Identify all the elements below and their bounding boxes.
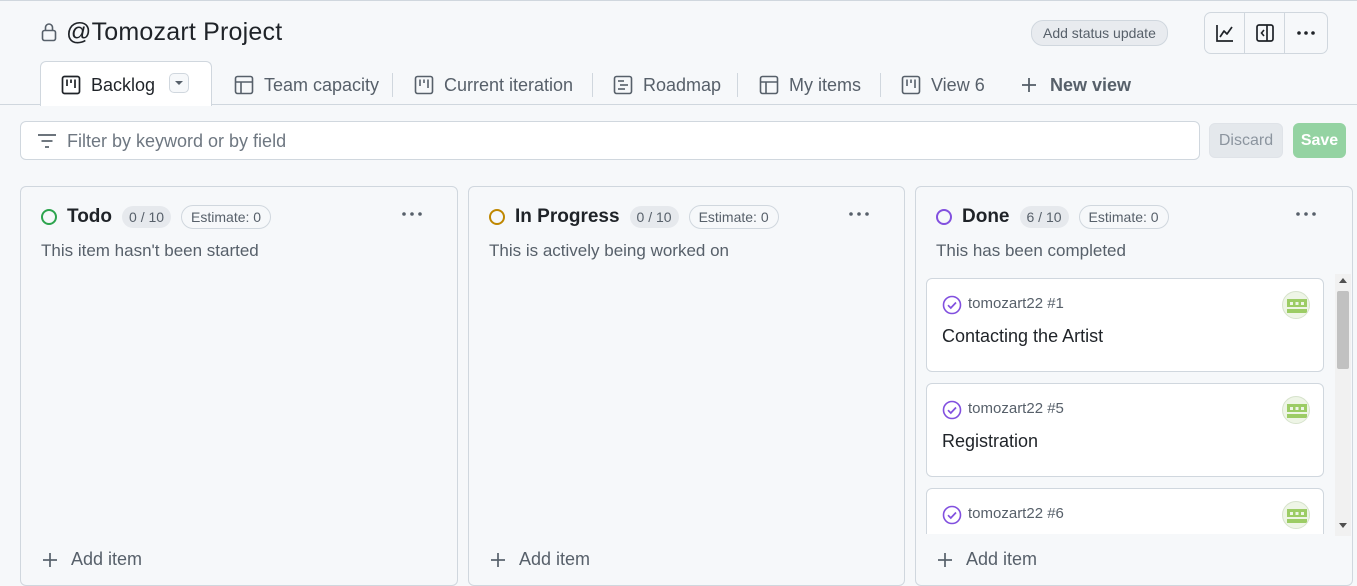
add-item-button[interactable]: Add item — [41, 549, 142, 570]
column-title: Todo — [67, 206, 113, 227]
column-menu-icon[interactable] — [401, 206, 423, 222]
lock-icon — [41, 23, 57, 42]
column-header: Todo 0 / 10 Estimate: 0 — [41, 205, 272, 229]
card-title[interactable]: Registration — [942, 431, 1038, 452]
avatar[interactable] — [1282, 291, 1310, 319]
plus-icon — [938, 552, 952, 567]
tab-backlog-dropdown[interactable] — [169, 73, 189, 93]
item-card[interactable]: tomozart22 #5 Registration — [926, 383, 1324, 477]
more-options-icon — [1297, 31, 1315, 35]
status-circle-icon — [489, 209, 505, 225]
scrollbar-thumb[interactable] — [1337, 291, 1349, 369]
column-header: In Progress 0 / 10 Estimate: 0 — [489, 205, 779, 229]
tab-label: Team capacity — [264, 74, 380, 95]
triangle-down-icon — [175, 81, 183, 85]
estimate-badge: Estimate: 0 — [181, 205, 272, 229]
add-item-label: Add item — [519, 549, 591, 569]
status-circle-icon — [936, 209, 952, 225]
new-view-button[interactable]: New view — [1020, 71, 1131, 99]
status-circle-icon — [41, 209, 57, 225]
save-button[interactable]: Save — [1293, 123, 1346, 158]
tab-label: Backlog — [91, 74, 156, 95]
tab-divider — [880, 73, 881, 97]
issue-closed-icon — [942, 295, 962, 315]
avatar-image — [1287, 404, 1307, 418]
card-title[interactable]: Contacting the Artist — [942, 326, 1103, 347]
tab-label: Roadmap — [643, 74, 722, 95]
tab-label: Current iteration — [444, 74, 574, 95]
estimate-badge: Estimate: 0 — [1078, 205, 1169, 229]
issue-closed-icon — [942, 400, 962, 420]
card-list: tomozart22 #1 Contacting the Artist tomo… — [926, 278, 1326, 534]
tab-team-capacity[interactable]: Team capacity — [234, 71, 379, 99]
project-title: @Tomozart Project — [66, 18, 283, 46]
estimate-badge: Estimate: 0 — [688, 205, 779, 229]
discard-button[interactable]: Discard — [1209, 123, 1283, 158]
column-todo: Todo 0 / 10 Estimate: 0 This item hasn't… — [20, 186, 458, 586]
tab-roadmap[interactable]: Roadmap — [613, 71, 721, 99]
filter-input[interactable] — [67, 128, 1167, 154]
item-count-badge: 0 / 10 — [122, 206, 172, 228]
table-icon — [234, 75, 254, 95]
plus-icon — [43, 552, 57, 567]
column-menu-icon[interactable] — [1295, 206, 1317, 222]
card-meta: tomozart22 #1 — [968, 295, 1064, 312]
card-meta: tomozart22 #5 — [968, 400, 1064, 417]
top-divider — [0, 0, 1357, 1]
add-item-button[interactable]: Add item — [936, 549, 1037, 570]
header-icon-group — [1204, 12, 1328, 54]
column-header: Done 6 / 10 Estimate: 0 — [936, 205, 1169, 229]
roadmap-icon — [613, 75, 633, 95]
add-item-button[interactable]: Add item — [489, 549, 590, 570]
plus-icon — [491, 552, 505, 567]
filter-icon — [38, 134, 56, 148]
table-icon — [759, 75, 779, 95]
tab-divider — [737, 73, 738, 97]
insights-button[interactable] — [1205, 13, 1245, 53]
card-meta: tomozart22 #6 — [968, 505, 1064, 522]
item-card[interactable]: tomozart22 #6 — [926, 488, 1324, 534]
avatar[interactable] — [1282, 396, 1310, 424]
tab-label: View 6 — [931, 74, 985, 95]
new-view-label: New view — [1050, 74, 1132, 95]
filter-bar — [20, 121, 1200, 160]
column-description: This item hasn't been started — [41, 241, 259, 260]
scroll-down-arrow-icon[interactable] — [1339, 523, 1347, 529]
avatar-image — [1287, 299, 1307, 313]
side-panel-icon — [1255, 24, 1274, 42]
tab-my-items[interactable]: My items — [759, 71, 861, 99]
avatar[interactable] — [1282, 501, 1310, 529]
board-icon — [901, 75, 921, 95]
tab-label: My items — [789, 74, 861, 95]
tab-view-6[interactable]: View 6 — [901, 71, 985, 99]
add-item-label: Add item — [966, 549, 1038, 569]
tab-backlog[interactable]: Backlog — [61, 71, 155, 99]
tab-divider — [592, 73, 593, 97]
column-title: Done — [962, 206, 1010, 227]
insights-icon — [1215, 25, 1233, 42]
tab-divider — [392, 73, 393, 97]
side-panel-button[interactable] — [1245, 13, 1285, 53]
add-status-update-button[interactable]: Add status update — [1031, 20, 1168, 46]
more-options-button[interactable] — [1285, 13, 1327, 53]
column-menu-icon[interactable] — [848, 206, 870, 222]
column-done: Done 6 / 10 Estimate: 0 This has been co… — [915, 186, 1353, 586]
board-icon — [61, 75, 81, 95]
scroll-up-arrow-icon[interactable] — [1339, 277, 1347, 283]
add-item-label: Add item — [71, 549, 143, 569]
plus-icon — [1022, 78, 1036, 92]
item-card[interactable]: tomozart22 #1 Contacting the Artist — [926, 278, 1324, 372]
issue-closed-icon — [942, 505, 962, 525]
column-title: In Progress — [515, 206, 620, 227]
column-description: This has been completed — [936, 241, 1126, 260]
item-count-badge: 0 / 10 — [629, 206, 679, 228]
tab-current-iteration[interactable]: Current iteration — [414, 71, 573, 99]
avatar-image — [1287, 509, 1307, 523]
column-description: This is actively being worked on — [489, 241, 730, 260]
board-icon — [414, 75, 434, 95]
item-count-badge: 6 / 10 — [1019, 206, 1069, 228]
column-in-progress: In Progress 0 / 10 Estimate: 0 This is a… — [468, 186, 905, 586]
